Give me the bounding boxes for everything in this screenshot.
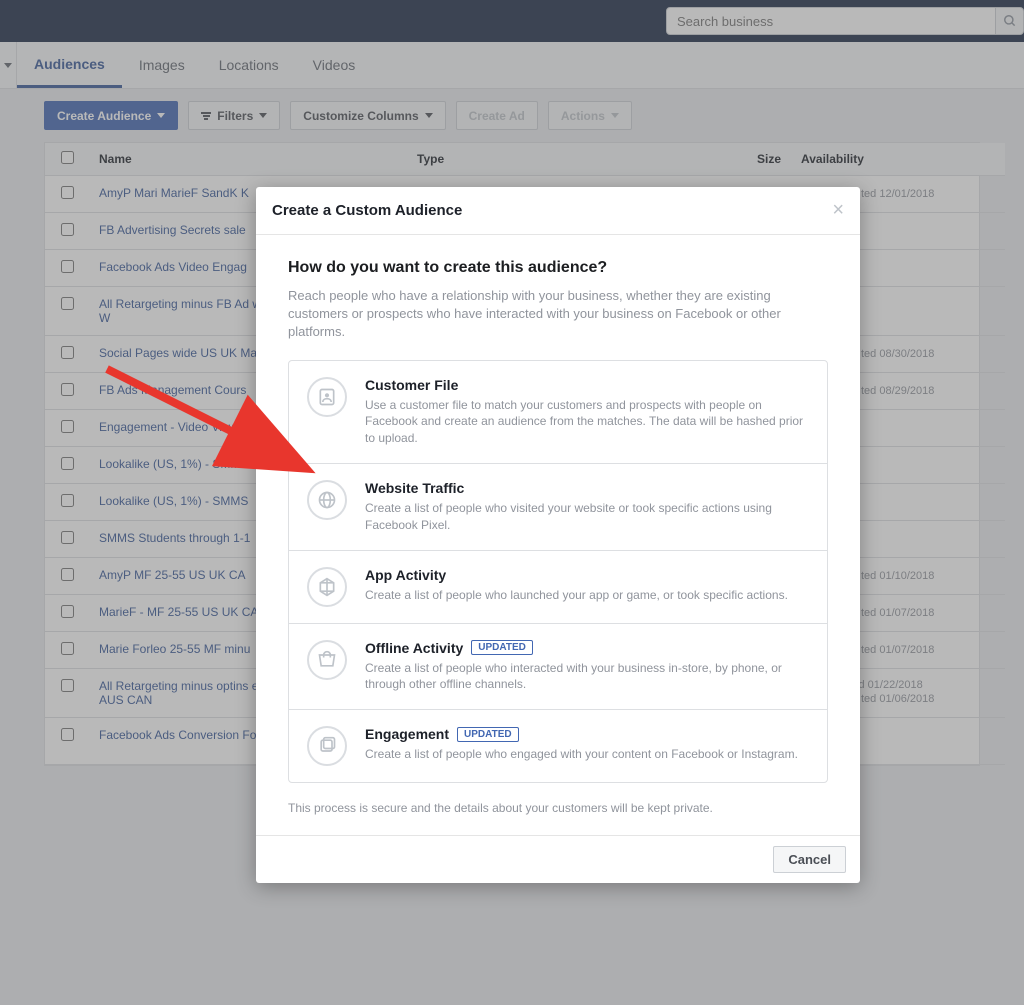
option-desc: Create a list of people who visited your… <box>365 500 809 534</box>
modal-subdesc: Reach people who have a relationship wit… <box>288 287 828 342</box>
option-desc: Use a customer file to match your custom… <box>365 397 809 447</box>
updated-badge: UPDATED <box>471 640 533 655</box>
option-text: Offline Activity UPDATED Create a list of … <box>365 640 809 694</box>
app-activity-icon <box>307 567 347 607</box>
updated-badge: UPDATED <box>457 727 519 742</box>
website-traffic-icon <box>307 480 347 520</box>
engagement-icon <box>307 726 347 766</box>
option-offline-activity[interactable]: Offline Activity UPDATED Create a list of … <box>289 624 827 711</box>
option-title: Engagement <box>365 726 449 742</box>
option-text: Customer File Use a customer file to matc… <box>365 377 809 447</box>
offline-activity-icon <box>307 640 347 680</box>
modal-title: Create a Custom Audience <box>272 202 462 219</box>
cancel-button[interactable]: Cancel <box>773 846 846 873</box>
option-title: Website Traffic <box>365 480 464 496</box>
option-text: Engagement UPDATED Create a list of people… <box>365 726 798 766</box>
modal-body: How do you want to create this audience?… <box>256 235 860 835</box>
option-app-activity[interactable]: App Activity Create a list of people who … <box>289 551 827 624</box>
modal-header: Create a Custom Audience × <box>256 187 860 235</box>
option-engagement[interactable]: Engagement UPDATED Create a list of people… <box>289 710 827 782</box>
close-icon[interactable]: × <box>832 199 844 222</box>
option-text: Website Traffic Create a list of people w… <box>365 480 809 534</box>
option-desc: Create a list of people who launched you… <box>365 587 788 604</box>
secure-note: This process is secure and the details a… <box>288 801 828 815</box>
option-title: Offline Activity <box>365 640 463 656</box>
option-title: App Activity <box>365 567 446 583</box>
option-text: App Activity Create a list of people who … <box>365 567 788 607</box>
modal-footer: Cancel <box>256 835 860 883</box>
create-custom-audience-modal: Create a Custom Audience × How do you wa… <box>256 187 860 883</box>
option-desc: Create a list of people who interacted w… <box>365 660 809 694</box>
modal-headline: How do you want to create this audience? <box>288 259 828 277</box>
option-desc: Create a list of people who engaged with… <box>365 746 798 763</box>
option-customer-file[interactable]: Customer File Use a customer file to matc… <box>289 361 827 464</box>
customer-file-icon <box>307 377 347 417</box>
option-title: Customer File <box>365 377 458 393</box>
option-website-traffic[interactable]: Website Traffic Create a list of people w… <box>289 464 827 551</box>
audience-options-list: Customer File Use a customer file to matc… <box>288 360 828 784</box>
